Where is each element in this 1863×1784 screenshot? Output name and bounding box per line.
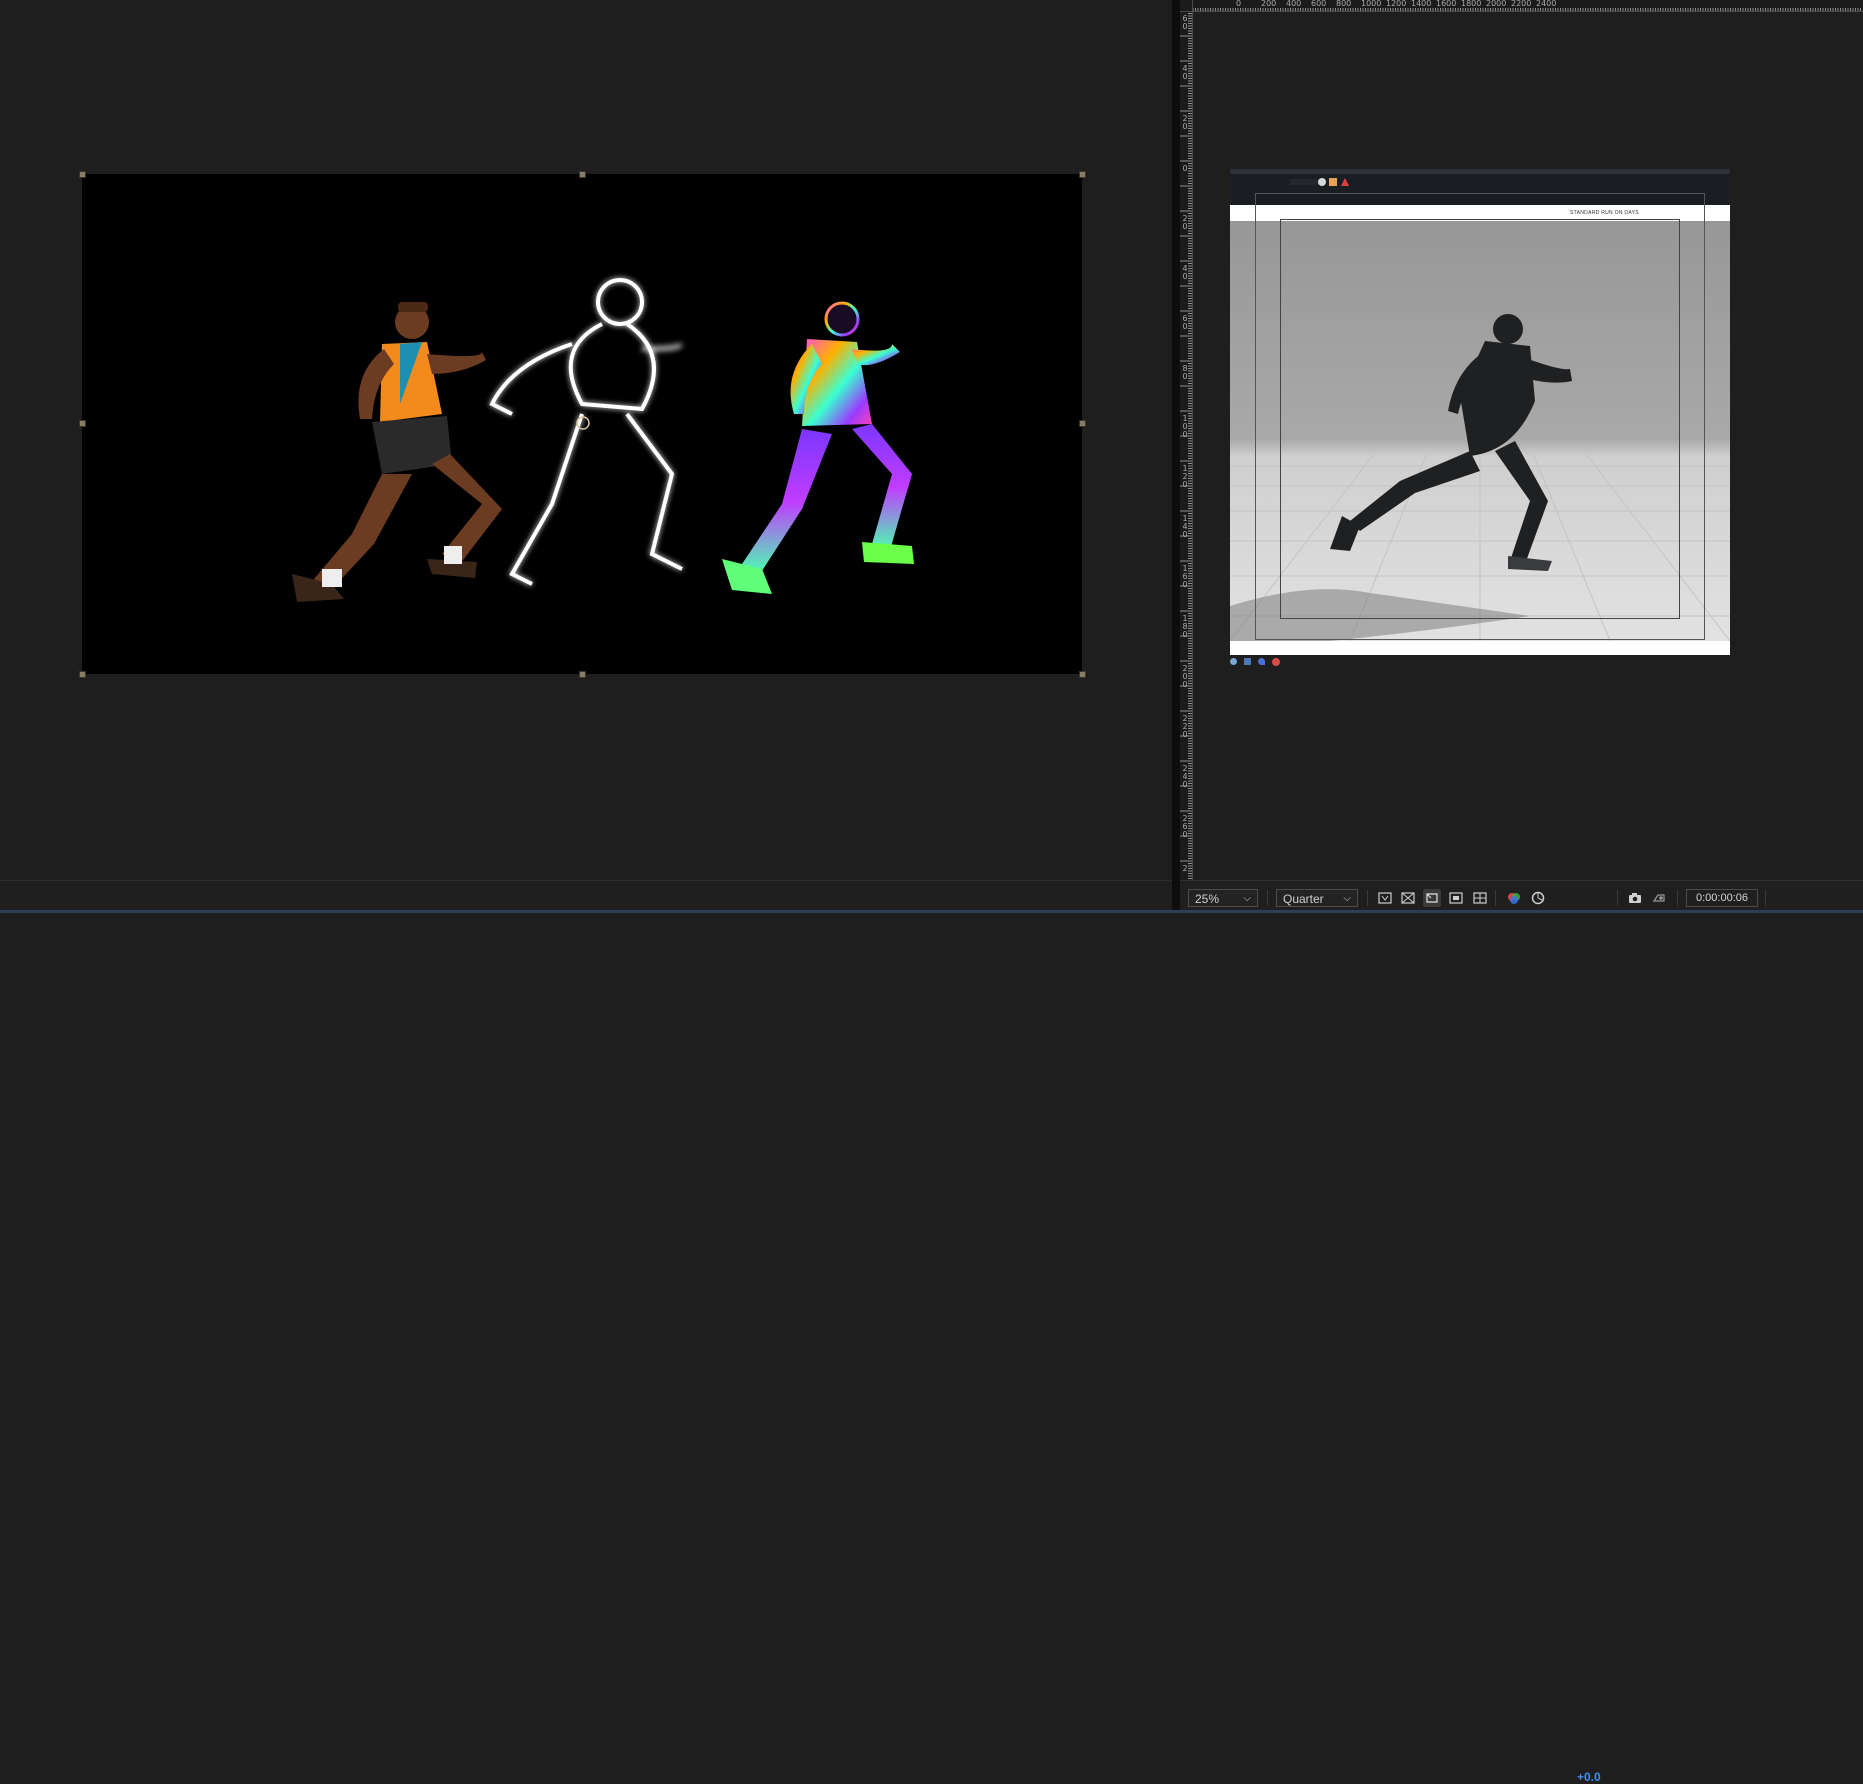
title-safe-guide [1280,219,1680,619]
ruler-vertical-labels: 60 40 20 0 20 40 60 80 100 120 140 160 180 200 220 240 2… [1180,11,1192,880]
ruler-label: 2000 [1486,0,1507,8]
ruler-label: 180 [1182,614,1188,639]
pin-icon [1258,658,1265,665]
reference-image-icon-b [1329,178,1337,186]
ruler-label: 140 [1182,514,1188,539]
resolution-value: Quarter [1283,892,1324,906]
ruler-label: 160 [1182,564,1188,589]
chevron-down-icon: ⌵ [1243,893,1251,904]
ruler-label: 260 [1182,814,1188,839]
exposure-value[interactable]: +0.0 [1577,1770,1601,1784]
ruler-label: 60 [1182,14,1188,31]
toolbar-separator [1765,890,1766,906]
gear-icon [1230,658,1237,665]
toolbar-separator [1367,890,1368,906]
transform-handle-top-right[interactable] [1079,171,1086,178]
reference-bottom-band [1230,641,1730,655]
ruler-label: 1600 [1436,0,1457,8]
transparency-grid-icon[interactable] [1399,889,1417,907]
transform-handle-bottom-left[interactable] [79,671,86,678]
ruler-label: 40 [1182,264,1188,281]
ruler-label: 120 [1182,464,1188,489]
magnification-dropdown[interactable]: 25% ⌵ [1188,889,1258,907]
ruler-label: 1200 [1386,0,1407,8]
transform-handle-bottom-right[interactable] [1079,671,1086,678]
runner-realistic [292,302,502,602]
ruler-label: 20 [1182,214,1188,231]
viewer-toolbar: 25% ⌵ Quarter ⌵ +0.0 0:00:00:06 [1180,880,1863,1784]
runner-outline [489,278,683,586]
mask-visibility-icon[interactable] [1423,889,1441,907]
ruler-label: 80 [1182,364,1188,381]
ruler-label: 2200 [1511,0,1532,8]
chevron-down-icon: ⌵ [1343,893,1351,904]
ruler-label: 100 [1182,414,1188,439]
transform-handle-top-center[interactable] [579,171,586,178]
ruler-label: 240 [1182,764,1188,789]
toolbar-separator [1677,890,1678,906]
transform-handle-top-left[interactable] [79,171,86,178]
ruler-label: 2400 [1536,0,1557,8]
ruler-label: 1000 [1361,0,1382,8]
panel-divider[interactable] [1172,0,1180,913]
toolbar-separator [1267,890,1268,906]
ruler-label: 220 [1182,714,1188,739]
ruler-label: 0 [1236,0,1242,8]
ruler-label: 200 [1261,0,1277,8]
ruler-label: 20 [1182,114,1188,131]
current-time-display[interactable]: 0:00:00:06 [1686,889,1758,907]
ruler-label: 60 [1182,314,1188,331]
ruler-label: 200 [1182,664,1188,689]
composition-viewer-right[interactable]: STANDARD RUN ON DAYS [1180,0,1863,880]
left-viewer-footer [0,880,1172,914]
reference-image-icon-c [1341,178,1349,186]
color-channels-icon[interactable] [1505,889,1523,907]
transform-handle-bottom-center[interactable] [579,671,586,678]
reference-image-field [1290,179,1320,185]
reference-image-strip [1230,169,1730,174]
ruler-label: 0 [1182,164,1188,173]
toolbar-separator [1495,890,1496,906]
show-snapshot-icon[interactable] [1650,889,1668,907]
safe-zones-icon[interactable] [1447,889,1465,907]
magnification-value: 25% [1195,892,1220,906]
composition-viewer-left[interactable] [0,0,1172,880]
ruler-label: 800 [1336,0,1352,8]
transform-handle-middle-left[interactable] [79,420,86,427]
ruler-label: 400 [1286,0,1302,8]
reference-image: STANDARD RUN ON DAYS [1230,169,1730,655]
transform-handle-middle-right[interactable] [1079,420,1086,427]
ruler-label: 1800 [1461,0,1482,8]
reference-image-icon-a [1318,178,1326,186]
record-icon [1272,658,1280,666]
ruler-label: 600 [1311,0,1327,8]
grid-guides-icon[interactable] [1471,889,1489,907]
ruler-label: 2 [1182,864,1188,873]
ruler-horizontal-labels: 0 200 400 600 800 1000 1200 1400 1600 1800 2000 220… [1193,0,1863,11]
snapshot-icon[interactable] [1626,889,1644,907]
toolbar-separator [1617,890,1618,906]
runner-neon [722,301,914,594]
region-of-interest-icon[interactable] [1376,889,1394,907]
reference-bottom-icons [1230,656,1310,668]
resolution-dropdown[interactable]: Quarter ⌵ [1276,889,1358,907]
ruler-label: 40 [1182,64,1188,81]
reset-exposure-icon[interactable] [1529,889,1547,907]
link-icon [1244,658,1251,665]
ruler-label: 1400 [1411,0,1432,8]
composition-canvas[interactable] [82,174,1082,674]
runners-artwork [292,278,914,602]
